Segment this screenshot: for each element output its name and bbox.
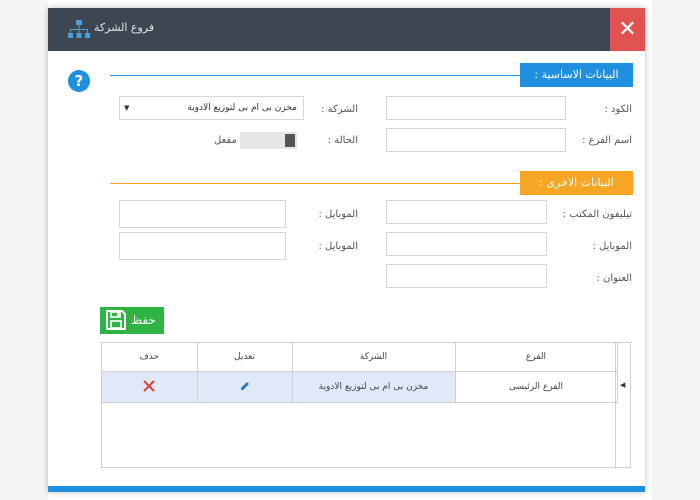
edit-cell[interactable] xyxy=(197,371,293,403)
help-icon[interactable]: ? xyxy=(68,70,90,92)
window-title: فروع الشركة xyxy=(94,21,155,34)
col-header-edit: تعديل xyxy=(197,343,293,372)
save-button[interactable]: حفظ xyxy=(100,307,164,334)
company-select-value: مخزن بى ام بى لتوزيع الادوية xyxy=(187,103,297,113)
left-backdrop xyxy=(0,0,48,500)
title-bar: فروع الشركة ✕ xyxy=(48,8,645,51)
close-icon: ✕ xyxy=(618,17,637,42)
current-row-icon: ◀ xyxy=(620,381,626,389)
table-header-row: حذف تعديل الشركة الفرع xyxy=(102,343,618,372)
mobile-input-2[interactable] xyxy=(386,232,547,256)
code-input[interactable] xyxy=(386,96,566,120)
org-chart-icon xyxy=(68,20,90,44)
save-label: حفظ xyxy=(131,313,156,327)
pencil-icon[interactable] xyxy=(239,381,251,395)
branch-name-input[interactable] xyxy=(386,128,566,152)
company-branches-window: فروع الشركة ✕ ? البيانات الاساسية : الكو… xyxy=(48,8,645,492)
toggle-knob xyxy=(285,134,295,147)
branches-table: حذف تعديل الشركة الفرع مخزن بى ام بى لتو… xyxy=(102,343,618,403)
row-indicator-column: ◀ xyxy=(615,343,630,469)
address-label: العنوان : xyxy=(596,273,632,284)
company-cell: مخزن بى ام بى لتوزيع الادوية xyxy=(292,371,456,403)
office-phone-input[interactable] xyxy=(386,200,547,224)
branches-grid: حذف تعديل الشركة الفرع مخزن بى ام بى لتو… xyxy=(101,342,631,469)
table-row[interactable]: مخزن بى ام بى لتوزيع الادوية الفرع الرئي… xyxy=(102,371,618,403)
basic-section-divider xyxy=(110,75,520,76)
right-backdrop xyxy=(652,0,700,500)
mobile-label-3: الموبايل : xyxy=(318,241,358,252)
other-section-divider xyxy=(110,183,520,184)
delete-cell[interactable] xyxy=(102,371,198,403)
company-label: الشركة : xyxy=(321,104,358,115)
status-label: الحالة : xyxy=(327,135,358,146)
close-button[interactable]: ✕ xyxy=(610,8,645,51)
status-value: مفعل xyxy=(214,135,237,146)
floppy-disk-icon xyxy=(106,310,126,333)
office-phone-label: تيليفون المكتب : xyxy=(562,209,632,220)
mobile-label-2: الموبايل : xyxy=(592,241,632,252)
caret-down-icon: ▼ xyxy=(124,104,130,112)
basic-section-title: البيانات الاساسية : xyxy=(520,63,633,87)
delete-icon[interactable] xyxy=(143,379,155,395)
mobile-label-1: الموبايل : xyxy=(318,209,358,220)
mobile-input-1[interactable] xyxy=(119,200,286,228)
other-section-title: البيانات الاخرى : xyxy=(520,171,633,195)
branch-cell: الفرع الرئيسى xyxy=(455,371,618,403)
branch-name-label: اسم الفرع : xyxy=(582,135,632,146)
col-header-company: الشركة xyxy=(292,343,456,372)
code-label: الكود : xyxy=(604,104,632,115)
company-select[interactable]: مخزن بى ام بى لتوزيع الادوية ▼ xyxy=(119,96,304,120)
mobile-input-3[interactable] xyxy=(119,232,286,260)
col-header-delete: حذف xyxy=(102,343,198,372)
bottom-accent-bar xyxy=(48,486,645,492)
status-toggle[interactable] xyxy=(240,132,297,149)
address-input[interactable] xyxy=(386,264,547,288)
col-header-branch: الفرع xyxy=(455,343,618,372)
